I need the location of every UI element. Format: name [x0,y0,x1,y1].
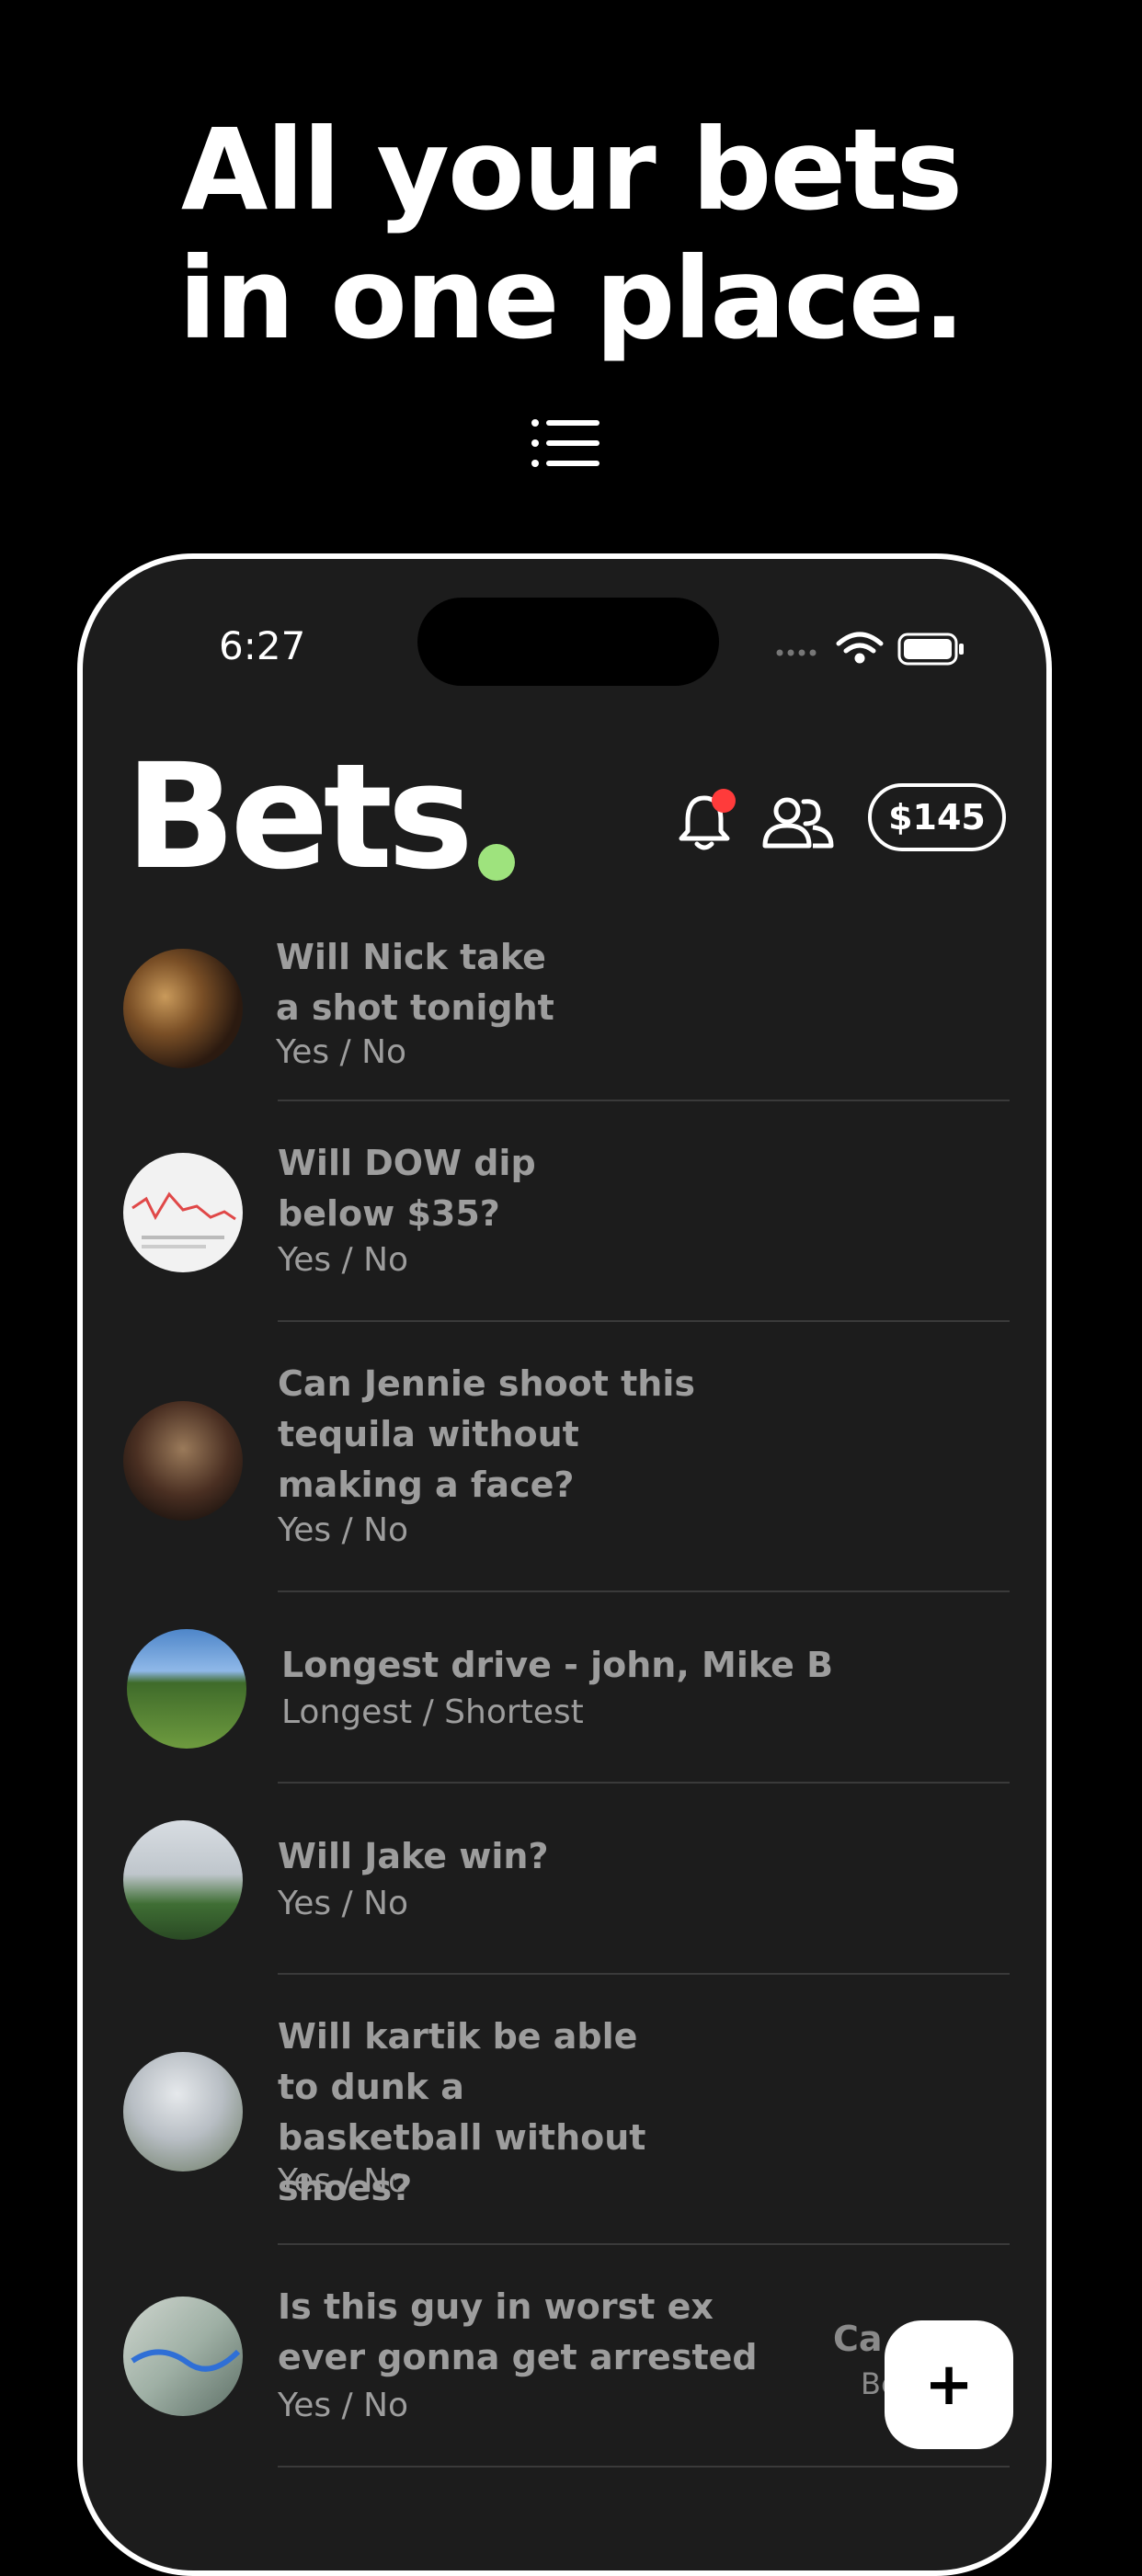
cellular-icon [776,649,817,656]
divider [278,1590,1010,1592]
divider [278,2243,1010,2245]
bet-options: Longest / Shortest [281,1693,584,1731]
bet-title: Will DOW dip below $35? [278,1143,536,1234]
list-icon [531,419,600,467]
divider [278,1320,1010,1322]
title-dot [478,844,515,881]
app-title: Bets [125,733,474,902]
divider [278,1100,1010,1101]
notification-badge [712,789,736,813]
bet-avatar-bar-photo [123,949,243,1068]
add-bet-button[interactable]: + [885,2320,1013,2449]
bet-title: Longest drive - john, Mike B [281,1645,834,1685]
divider [278,1782,1010,1784]
bet-options: Yes / No [278,2162,409,2200]
bet-title: Will Nick take a shot tonight [276,937,554,1028]
bet-avatar-basketball-hoop-photo [123,1820,243,1940]
bet-options: Yes / No [278,2387,409,2424]
wifi-icon [836,632,884,664]
bet-avatar-golf-course-photo [127,1629,246,1749]
divider [278,2466,1010,2468]
bet-title: Will Jake win? [278,1836,549,1876]
battery-icon [897,633,964,666]
status-time: 6:27 [219,623,306,668]
bet-title: Can Jennie shoot this tequila without ma… [278,1363,695,1505]
bet-avatar-map-photo [123,2297,243,2416]
bet-options: Yes / No [278,1511,409,1549]
balance-button[interactable]: $145 [868,783,1006,851]
headline-line-2: in one place. [178,234,965,364]
headline: All your bets in one place. [0,106,1142,363]
bet-options: Yes / No [276,1033,407,1071]
headline-line-1: All your bets [180,105,963,235]
divider [278,1973,1010,1975]
bet-options: Yes / No [278,1241,409,1279]
status-icons [776,632,964,666]
bet-options: Yes / No [278,1885,409,1922]
dynamic-island [417,598,719,686]
phone-frame: 6:27 Bets $145 Will Nick take a shot ton… [77,553,1052,2576]
friends-icon[interactable] [761,794,835,849]
bet-avatar-cloudy-sky-photo [123,2052,243,2171]
bet-side-label: Ca [833,2319,883,2359]
bet-avatar-party-photo [123,1401,243,1521]
bet-title: Is this guy in worst ex ever gonna get a… [278,2286,758,2377]
bet-avatar-stock-chart-photo [123,1153,243,1272]
